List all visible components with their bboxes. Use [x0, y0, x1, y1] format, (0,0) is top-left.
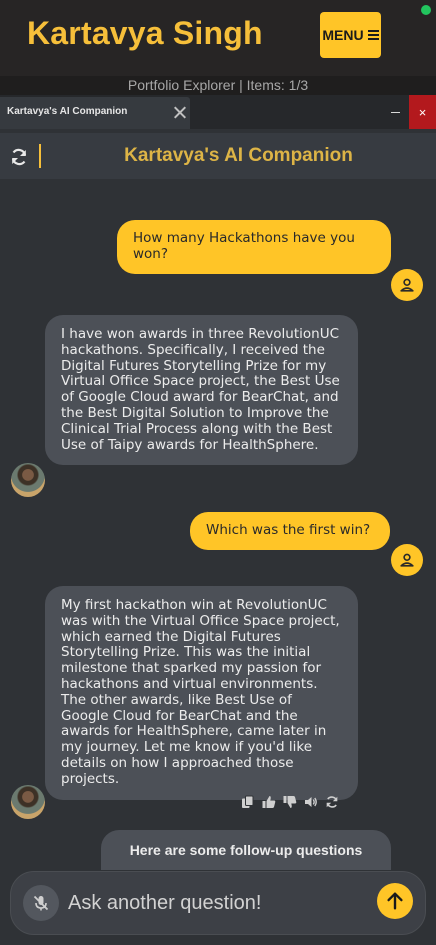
thumbs-up-icon[interactable]: [262, 795, 276, 809]
send-button[interactable]: [377, 883, 413, 919]
mic-off-icon: [33, 895, 49, 911]
user-avatar-icon: [391, 544, 423, 576]
app-header: Kartavya Singh MENU: [0, 0, 436, 76]
bot-avatar: [11, 463, 45, 497]
user-message: Which was the first win?: [190, 512, 390, 550]
arrow-up-icon: [387, 892, 403, 910]
mic-off-button[interactable]: [23, 885, 59, 921]
window-close-button[interactable]: ×: [409, 95, 436, 129]
window-titlebar: Kartavya's AI Companion ×: [0, 95, 436, 129]
tab-title: Kartavya's AI Companion: [7, 106, 128, 117]
bot-message: I have won awards in three RevolutionUC …: [45, 315, 358, 466]
followup-questions-panel: Here are some follow-up questions: [101, 830, 391, 870]
bot-avatar: [11, 785, 45, 819]
online-status-dot: [421, 5, 431, 15]
hamburger-icon: [367, 30, 379, 40]
close-icon: ×: [418, 104, 427, 120]
minimize-button[interactable]: [391, 112, 400, 113]
message-actions: [241, 795, 339, 809]
question-input-bar: [10, 871, 426, 935]
chat-header: Kartavya's AI Companion: [0, 133, 436, 179]
speaker-icon[interactable]: [304, 795, 318, 809]
chat-window: Kartavya's AI Companion × Kartavya's AI …: [0, 95, 436, 945]
user-avatar-icon: [391, 269, 423, 301]
regenerate-icon[interactable]: [325, 795, 339, 809]
followup-heading: Here are some follow-up questions: [129, 842, 363, 858]
portfolio-subtitle: Portfolio Explorer | Items: 1/3: [127, 77, 309, 93]
chat-header-title: Kartavya's AI Companion: [124, 145, 353, 166]
thumbs-down-icon[interactable]: [283, 795, 297, 809]
bot-message: My first hackathon win at RevolutionUC w…: [45, 586, 358, 800]
tab-close-icon[interactable]: [172, 105, 187, 120]
question-input[interactable]: [68, 887, 368, 919]
menu-button[interactable]: MENU: [320, 12, 381, 58]
refresh-icon[interactable]: [9, 147, 29, 167]
menu-label: MENU: [322, 27, 364, 43]
chat-tab[interactable]: Kartavya's AI Companion: [0, 97, 190, 129]
brand-title: Kartavya Singh: [27, 15, 263, 51]
user-message: How many Hackathons have you won?: [117, 220, 391, 274]
copy-icon[interactable]: [241, 795, 255, 809]
